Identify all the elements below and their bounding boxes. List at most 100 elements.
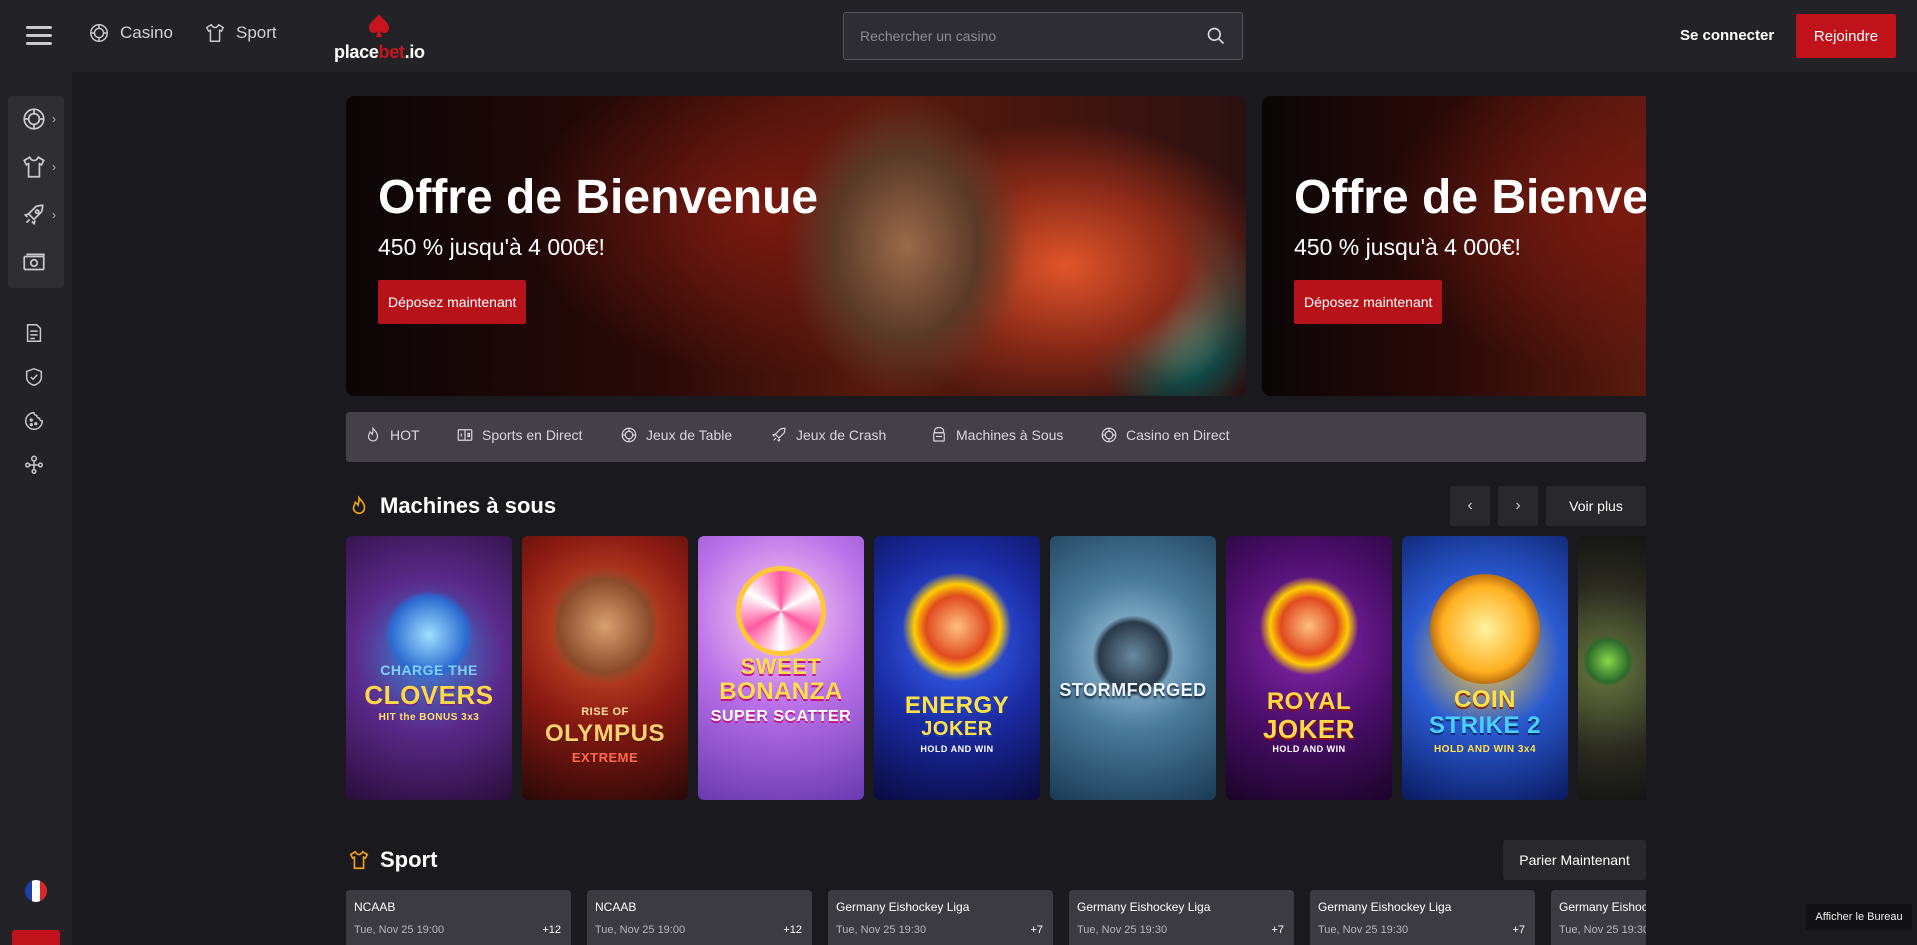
event-league: Germany Eishockey Liga — [1077, 900, 1211, 914]
game-title: COIN — [1454, 686, 1516, 713]
game-title: JOKER — [1262, 714, 1356, 744]
event-date: Tue, Nov 25 19:00 — [595, 924, 686, 936]
event-date: Tue, Nov 25 19:30 — [1559, 924, 1646, 936]
game-tile-royal-joker[interactable]: ROYAL JOKER HOLD AND WIN — [1226, 536, 1392, 800]
chevron-right-icon: › — [52, 112, 56, 126]
sidebar-cookies[interactable] — [23, 410, 45, 432]
sport-event-card[interactable]: NCAAB Tue, Nov 25 19:00 +12 — [346, 890, 571, 945]
event-league: NCAAB — [595, 900, 637, 914]
game-tile-rise-of-olympus[interactable]: RISE OF OLYMPUS EXTREME — [522, 536, 688, 800]
more-markets-count: +7 — [1512, 924, 1525, 936]
game-title: BONANZA — [719, 678, 843, 705]
event-date: Tue, Nov 25 19:30 — [1318, 924, 1409, 936]
banner-subtitle: 450 % jusqu'à 4 000€! — [378, 234, 605, 260]
sidebar-network[interactable] — [23, 454, 45, 476]
sport-event-card[interactable]: Germany Eishockey Liga Tue, Nov 25 19:30 — [1551, 890, 1646, 945]
sport-event-card[interactable]: Germany Eishockey Liga Tue, Nov 25 19:30… — [1310, 890, 1535, 945]
sport-event-card[interactable]: Germany Eishockey Liga Tue, Nov 25 19:30… — [828, 890, 1053, 945]
category-crash-games[interactable]: Jeux de Crash — [770, 426, 886, 444]
game-subtitle: HIT the BONUS 3x3 — [378, 712, 480, 723]
next-arrow-button[interactable]: › — [1498, 486, 1538, 526]
deposit-button[interactable]: Déposez maintenant — [378, 280, 527, 324]
nav-casino-label: Casino — [120, 23, 173, 42]
category-label: HOT — [390, 427, 420, 443]
show-desktop-button[interactable]: Afficher le Bureau — [1806, 904, 1912, 930]
more-markets-count: +7 — [1030, 924, 1043, 936]
game-title: CHARGE THE — [380, 662, 478, 678]
game-tile-partial[interactable] — [1578, 536, 1646, 800]
sport-event-card[interactable]: NCAAB Tue, Nov 25 19:00 +12 — [587, 890, 812, 945]
flame-icon — [367, 426, 379, 442]
casino-chip-icon — [90, 24, 108, 42]
category-label: Casino en Direct — [1126, 427, 1230, 443]
game-tile-sweet-bonanza[interactable]: SWEET BONANZA SUPER SCATTER — [698, 536, 864, 800]
more-markets-count: +7 — [1271, 924, 1284, 936]
search-box — [843, 12, 1243, 60]
event-league: Germany Eishockey Liga — [1559, 900, 1646, 914]
event-league: Germany Eishockey Liga — [1318, 900, 1452, 914]
promo-banner[interactable]: Offre de Bienvenue 450 % jusqu'à 4 000€!… — [346, 96, 1246, 396]
join-button[interactable]: Rejoindre — [1796, 14, 1896, 58]
rocket-icon — [771, 427, 786, 443]
login-button[interactable]: Se connecter — [1680, 27, 1774, 44]
category-live-sports[interactable]: Sports en Direct — [456, 426, 582, 444]
placebet-logo[interactable]: placebet.io — [334, 12, 426, 62]
slot-machine-icon — [933, 426, 945, 442]
game-title: CLOVERS — [364, 680, 494, 710]
nav-sport-label: Sport — [236, 23, 277, 42]
sidebar-sport[interactable] — [21, 154, 47, 180]
game-subtitle: HOLD AND WIN — [920, 744, 994, 754]
spade-logo-icon — [369, 14, 389, 37]
game-tile-energy-joker[interactable]: ENERGY JOKER HOLD AND WIN — [874, 536, 1040, 800]
sidebar-terms[interactable] — [23, 322, 45, 344]
game-subtitle: HOLD AND WIN — [1272, 744, 1346, 754]
chevron-right-icon: › — [1515, 497, 1521, 514]
chat-button[interactable] — [12, 930, 60, 945]
game-tile-charge-the-clovers[interactable]: CHARGE THE CLOVERS HIT the BONUS 3x3 — [346, 536, 512, 800]
category-label: Sports en Direct — [482, 427, 583, 443]
game-tile-stormforged[interactable]: STORMFORGED — [1050, 536, 1216, 800]
chevron-left-icon: ‹ — [1467, 497, 1473, 514]
scoreboard-icon — [457, 429, 473, 441]
promo-banner[interactable]: Offre de Bienvenue 450 % jusqu'à 4 000€!… — [1262, 96, 1646, 396]
deposit-button[interactable]: Déposez maintenant — [1294, 280, 1443, 324]
language-flag-fr[interactable] — [25, 880, 47, 902]
category-slots[interactable]: Machines à Sous — [930, 426, 1063, 444]
prev-arrow-button[interactable]: ‹ — [1450, 486, 1490, 526]
category-table-games[interactable]: Jeux de Table — [620, 426, 732, 444]
sidebar-security[interactable] — [23, 366, 45, 388]
game-subtitle: SUPER SCATTER — [710, 708, 852, 725]
search-input[interactable] — [860, 28, 1206, 44]
sport-event-card[interactable]: Germany Eishockey Liga Tue, Nov 25 19:30… — [1069, 890, 1294, 945]
menu-icon[interactable] — [26, 26, 52, 46]
bet-now-button[interactable]: Parier Maintenant — [1503, 840, 1646, 880]
chat-icon — [24, 941, 48, 945]
cash-icon — [23, 253, 45, 271]
sidebar-cash[interactable] — [21, 250, 47, 276]
logo-text: placebet.io — [334, 42, 425, 62]
game-tile-coin-strike-2[interactable]: COIN STRIKE 2 HOLD AND WIN 3x4 — [1402, 536, 1568, 800]
nav-sport[interactable]: Sport — [204, 22, 277, 44]
game-subtitle: HOLD AND WIN 3x4 — [1433, 744, 1537, 755]
event-date: Tue, Nov 25 19:30 — [836, 924, 927, 936]
game-title: ROYAL — [1266, 688, 1352, 715]
game-subtitle: EXTREME — [571, 750, 639, 765]
sidebar-crash[interactable] — [21, 202, 47, 228]
chevron-right-icon: › — [52, 160, 56, 174]
view-more-button[interactable]: Voir plus — [1546, 486, 1646, 526]
casino-chip-icon — [23, 108, 45, 130]
game-title: SWEET — [740, 654, 822, 679]
banner-title: Offre de Bienvenue — [378, 171, 819, 224]
category-hot[interactable]: HOT — [364, 426, 420, 444]
sport-section-title: Sport — [348, 847, 437, 873]
game-title: STORMFORGED — [1059, 680, 1207, 700]
event-date: Tue, Nov 25 19:30 — [1077, 924, 1168, 936]
sidebar-casino[interactable] — [21, 106, 47, 132]
banner-title: Offre de Bienvenue — [1294, 171, 1646, 224]
category-live-casino[interactable]: Casino en Direct — [1100, 426, 1230, 444]
game-title: ENERGY — [904, 692, 1010, 719]
category-label: Machines à Sous — [956, 427, 1064, 443]
top-bar: Casino Sport placebet.io Se connecter Re… — [0, 0, 1917, 72]
search-icon[interactable] — [1206, 26, 1226, 46]
nav-casino[interactable]: Casino — [88, 22, 173, 44]
